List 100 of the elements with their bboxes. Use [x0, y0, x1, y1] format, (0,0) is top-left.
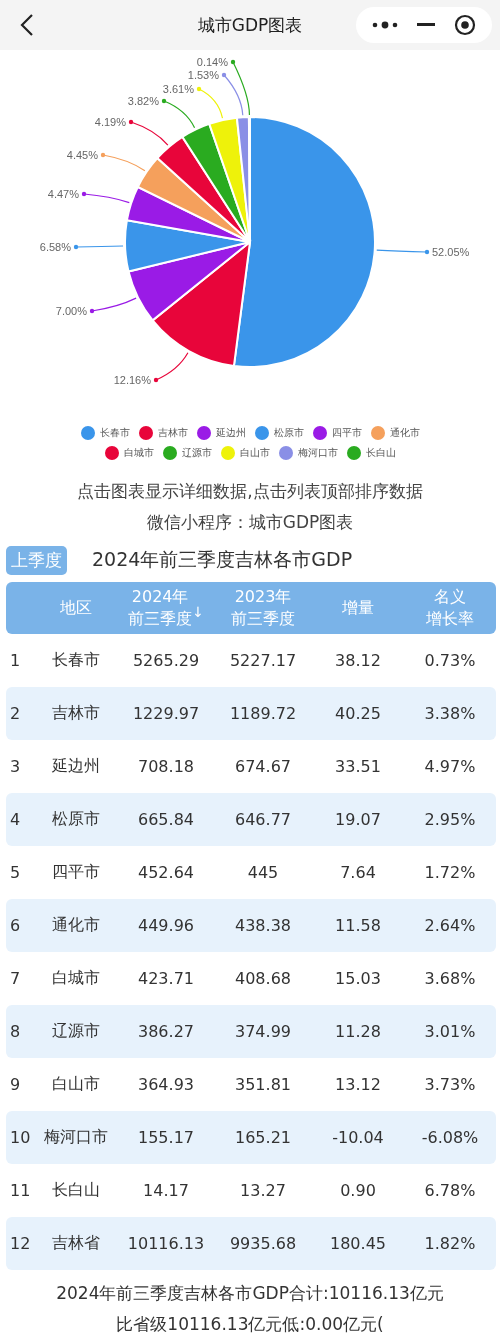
- table-cell: 3.01%: [424, 1022, 476, 1041]
- legend-dot[interactable]: [254, 426, 269, 440]
- table-cell: 449.96: [138, 916, 194, 935]
- close-icon[interactable]: [454, 14, 477, 36]
- legend-dot[interactable]: [312, 426, 327, 440]
- legend-label[interactable]: 延边州: [215, 426, 246, 440]
- table-cell: 665.84: [138, 810, 194, 829]
- table-cell: 11: [10, 1181, 31, 1200]
- slice-label: 3.61%: [162, 83, 194, 95]
- table-cell: 3: [10, 757, 21, 776]
- table-cell: 13.27: [240, 1181, 286, 1200]
- table-cell: 白山市: [52, 1074, 100, 1093]
- table-cell: 1.72%: [424, 863, 476, 882]
- table-cell: -10.04: [332, 1128, 384, 1147]
- table-cell: 12: [10, 1234, 31, 1253]
- legend-label[interactable]: 四平市: [331, 426, 362, 440]
- table-title: 2024年前三季度吉林各市GDP: [92, 547, 353, 572]
- table-cell: 15.03: [335, 969, 381, 988]
- legend-dot[interactable]: [370, 426, 385, 440]
- hint-text: 点击图表显示详细数据,点击列表顶部排序数据: [77, 480, 423, 503]
- table-cell: 5227.17: [229, 651, 297, 670]
- pie-slice: [127, 241, 251, 322]
- table-cell: 351.81: [235, 1075, 291, 1094]
- legend-label[interactable]: 白山市: [239, 446, 270, 460]
- summary-text: 2024年前三季度吉林各市GDP合计:10116.13亿元: [56, 1282, 444, 1305]
- leader-line: [100, 152, 146, 172]
- legend-label[interactable]: 辽源市: [181, 446, 212, 460]
- legend-label[interactable]: 松原市: [273, 426, 304, 440]
- legend-label[interactable]: 长春市: [99, 426, 130, 440]
- table-cell: 0.73%: [424, 651, 476, 670]
- slice-label: 4.47%: [47, 188, 79, 200]
- leader-line: [89, 297, 137, 314]
- summary-text: 比省级10116.13亿元低:0.00亿元(: [116, 1313, 384, 1336]
- table-cell: 10: [10, 1128, 31, 1147]
- table-cell: 四平市: [52, 862, 100, 881]
- back-icon[interactable]: [20, 13, 34, 37]
- leader-line: [153, 352, 189, 383]
- legend-label[interactable]: 白城市: [123, 446, 154, 460]
- table-cell: 10116.13: [127, 1234, 205, 1253]
- legend-dot[interactable]: [278, 446, 293, 460]
- table-cell: 364.93: [138, 1075, 194, 1094]
- slice-label: 0.14%: [196, 56, 228, 68]
- slice-label: 3.82%: [127, 95, 159, 107]
- page-title: 城市GDP图表: [196, 13, 304, 37]
- leader-line: [128, 119, 169, 146]
- legend-label[interactable]: 长白山: [365, 446, 396, 460]
- legend-dot[interactable]: [138, 426, 153, 440]
- pie-slice: [151, 241, 251, 367]
- slice-label: 4.19%: [94, 116, 126, 128]
- leader-line: [73, 244, 124, 250]
- table-cell: 708.18: [138, 757, 194, 776]
- table-cell: 445: [247, 863, 279, 882]
- table-cell: 452.64: [138, 863, 194, 882]
- table-cell: 165.21: [235, 1128, 291, 1147]
- slice-label: 1.53%: [187, 69, 219, 81]
- table-cell: 438.38: [235, 916, 291, 935]
- slice-label: 12.16%: [113, 374, 151, 386]
- pie-slice: [232, 116, 376, 368]
- table-cell: 6.78%: [424, 1181, 476, 1200]
- leader-line: [196, 86, 224, 119]
- table-cell: 423.71: [138, 969, 194, 988]
- table-cell: 2.64%: [424, 916, 476, 935]
- table-cell: 386.27: [138, 1022, 194, 1041]
- table-cell: 11.58: [335, 916, 381, 935]
- table-cell: 408.68: [235, 969, 291, 988]
- minimize-icon[interactable]: [417, 23, 435, 27]
- legend-dot[interactable]: [104, 446, 119, 460]
- table-cell: 9: [10, 1075, 21, 1094]
- leader-line: [376, 249, 430, 255]
- legend-dot[interactable]: [220, 446, 235, 460]
- table-cell: 4: [10, 810, 21, 829]
- legend-dot[interactable]: [80, 426, 95, 440]
- legend-label[interactable]: 吉林市: [157, 426, 188, 440]
- legend-dot[interactable]: [162, 446, 177, 460]
- table-cell: 0.90: [340, 1181, 376, 1200]
- legend-label[interactable]: 通化市: [389, 426, 420, 440]
- legend-label[interactable]: 梅河口市: [297, 446, 338, 460]
- table-cell: 吉林市: [52, 703, 100, 722]
- table-cell: 374.99: [235, 1022, 291, 1041]
- table-cell: 通化市: [52, 915, 100, 934]
- table-cell: 2: [10, 704, 21, 723]
- table-cell: 674.67: [235, 757, 291, 776]
- table-cell: 3.68%: [424, 969, 476, 988]
- more-icon[interactable]: [371, 20, 398, 30]
- pie-drawing[interactable]: [124, 116, 376, 368]
- legend-dot[interactable]: [346, 446, 361, 460]
- leader-line: [221, 72, 244, 116]
- leader-line: [230, 59, 251, 116]
- table-cell: 7.64: [340, 863, 376, 882]
- table-cell: 1.82%: [424, 1234, 476, 1253]
- table-cell: 长白山: [52, 1180, 100, 1199]
- table-cell: 松原市: [52, 809, 100, 828]
- table-cell: 8: [10, 1022, 21, 1041]
- table-cell: 38.12: [335, 651, 381, 670]
- slice-label: 4.45%: [66, 149, 98, 161]
- table-cell: 3.38%: [424, 704, 476, 723]
- leader-line: [81, 191, 130, 204]
- table-cell: 155.17: [138, 1128, 194, 1147]
- table-cell: 180.45: [330, 1234, 386, 1253]
- legend-dot[interactable]: [196, 426, 211, 440]
